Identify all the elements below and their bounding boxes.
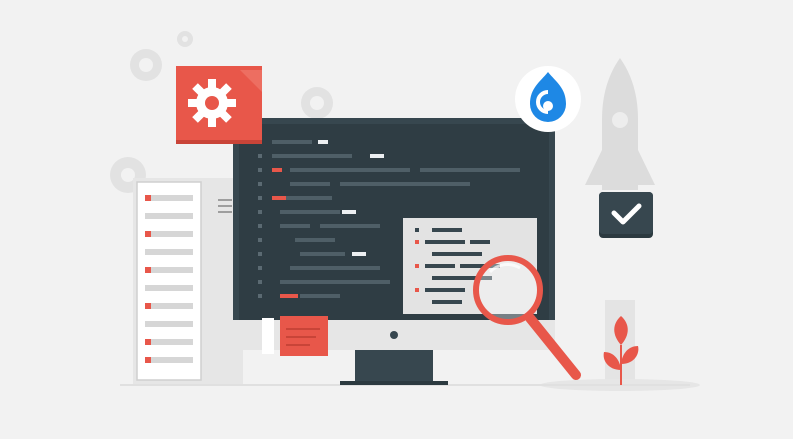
magnifier-icon [473, 255, 581, 380]
checkmark-badge [599, 192, 653, 238]
illustration [110, 31, 700, 391]
gear-icon [188, 79, 236, 127]
document-icon [133, 178, 243, 384]
drupal-logo-icon [515, 66, 581, 132]
sticky-note [262, 316, 328, 356]
settings-badge [176, 66, 262, 144]
monitor-stand [340, 348, 448, 385]
